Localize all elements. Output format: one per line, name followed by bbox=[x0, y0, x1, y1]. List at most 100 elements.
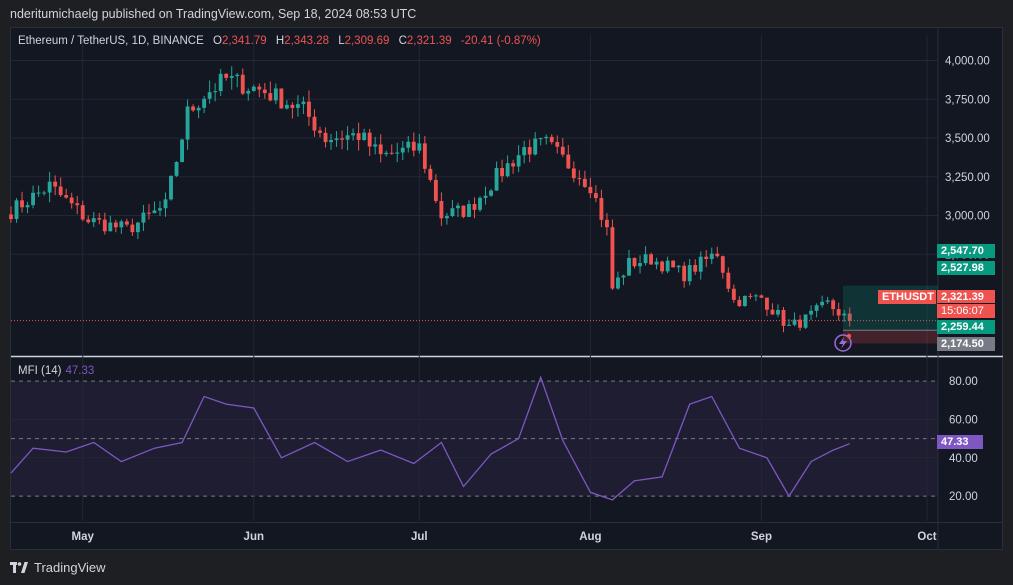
candle-body bbox=[516, 155, 521, 167]
mfi-tick-label: 80.00 bbox=[949, 376, 978, 388]
candle-body bbox=[825, 300, 830, 302]
candle-body bbox=[329, 140, 333, 143]
candle bbox=[224, 73, 229, 81]
candle-body bbox=[224, 73, 229, 78]
candle bbox=[119, 219, 124, 234]
candle bbox=[334, 131, 339, 147]
candle bbox=[522, 140, 527, 164]
candle bbox=[307, 90, 311, 126]
candle bbox=[163, 192, 168, 217]
candle-body bbox=[113, 222, 118, 228]
candle bbox=[323, 127, 328, 148]
candle bbox=[384, 150, 389, 157]
candle bbox=[356, 122, 361, 151]
candle-body bbox=[97, 218, 102, 220]
candle-body bbox=[765, 297, 769, 310]
candle-body bbox=[461, 205, 466, 217]
candle-body bbox=[163, 199, 168, 209]
candle-body bbox=[638, 263, 642, 267]
candle bbox=[362, 128, 367, 141]
mfi-legend[interactable]: MFI (14) 47.33 bbox=[18, 365, 94, 377]
candle-body bbox=[698, 256, 703, 272]
symbol-title[interactable]: Ethereum / TetherUS, 1D, BINANCE bbox=[18, 35, 204, 47]
candle-body bbox=[400, 147, 405, 153]
candle bbox=[80, 200, 85, 222]
change-value: -20.41 (-0.87%) bbox=[460, 35, 541, 47]
candle bbox=[64, 188, 69, 199]
candle-body bbox=[649, 254, 654, 265]
candle-body bbox=[367, 132, 372, 147]
candle bbox=[759, 294, 764, 299]
candle-body bbox=[753, 295, 758, 297]
candle-body bbox=[776, 309, 780, 315]
candle-body bbox=[544, 136, 549, 139]
candle-body bbox=[191, 106, 196, 111]
candle-body bbox=[124, 221, 129, 225]
brand-name: TradingView bbox=[34, 560, 106, 575]
low-value: 2,309.69 bbox=[344, 35, 390, 47]
open-value: 2,341.79 bbox=[221, 35, 267, 47]
time-tick-label: Sep bbox=[751, 531, 772, 543]
candle-body bbox=[42, 192, 47, 194]
candle-body bbox=[86, 219, 91, 223]
candle-body bbox=[251, 86, 256, 91]
time-tick-label: May bbox=[72, 531, 95, 543]
candle-body bbox=[373, 144, 378, 147]
candle-body bbox=[610, 227, 615, 289]
candle bbox=[147, 204, 151, 220]
candle-body bbox=[737, 299, 742, 307]
open-label: O bbox=[212, 35, 222, 47]
candle-body bbox=[340, 138, 345, 140]
candle bbox=[450, 199, 455, 218]
candle-body bbox=[351, 133, 356, 136]
candle bbox=[814, 303, 819, 318]
candle bbox=[444, 212, 449, 225]
candle-body bbox=[809, 310, 814, 315]
candle bbox=[14, 198, 19, 223]
candle bbox=[235, 72, 240, 88]
mfi-tick-label: 60.00 bbox=[949, 414, 978, 426]
candle bbox=[389, 144, 394, 155]
candle bbox=[660, 260, 665, 274]
candle-body bbox=[64, 195, 69, 198]
candle bbox=[731, 284, 736, 303]
candle bbox=[671, 260, 676, 268]
candle-body bbox=[180, 139, 184, 163]
candle-body bbox=[665, 260, 670, 272]
candle bbox=[467, 200, 471, 218]
candle bbox=[715, 246, 720, 258]
chart-canvas[interactable]: 4,000.00 3,750.00 3,500.00 3,250.00 3,000.00… bbox=[0, 0, 1013, 585]
candle bbox=[461, 205, 466, 219]
candle-body bbox=[616, 277, 620, 289]
candle-body bbox=[345, 135, 350, 140]
candle bbox=[809, 305, 814, 321]
candle-body bbox=[229, 76, 234, 78]
candle-body bbox=[478, 197, 482, 210]
candle-body bbox=[439, 200, 444, 219]
candle-body bbox=[522, 147, 527, 156]
candle-body bbox=[627, 257, 631, 276]
candle bbox=[86, 215, 91, 224]
candle-body bbox=[748, 295, 753, 297]
tradingview-brand[interactable]: TradingView bbox=[10, 560, 106, 575]
candle bbox=[31, 185, 36, 209]
candle-body bbox=[147, 212, 151, 214]
candle-body bbox=[726, 272, 731, 289]
candle-body bbox=[715, 253, 720, 257]
price-tick-label: 3,000.00 bbox=[945, 211, 990, 223]
mfi-tick-label: 20.00 bbox=[949, 491, 978, 503]
candle-body bbox=[566, 154, 571, 169]
candle-body bbox=[560, 146, 565, 155]
candle bbox=[20, 191, 24, 213]
candle-body bbox=[174, 162, 179, 176]
candle bbox=[185, 99, 190, 150]
candle-body bbox=[787, 324, 791, 326]
candle-body bbox=[268, 93, 273, 101]
candle bbox=[58, 177, 63, 198]
candle bbox=[69, 192, 74, 209]
candle bbox=[676, 265, 681, 273]
candle bbox=[577, 170, 582, 186]
candle bbox=[97, 212, 102, 225]
candle-body bbox=[483, 195, 488, 198]
candle bbox=[726, 267, 731, 293]
